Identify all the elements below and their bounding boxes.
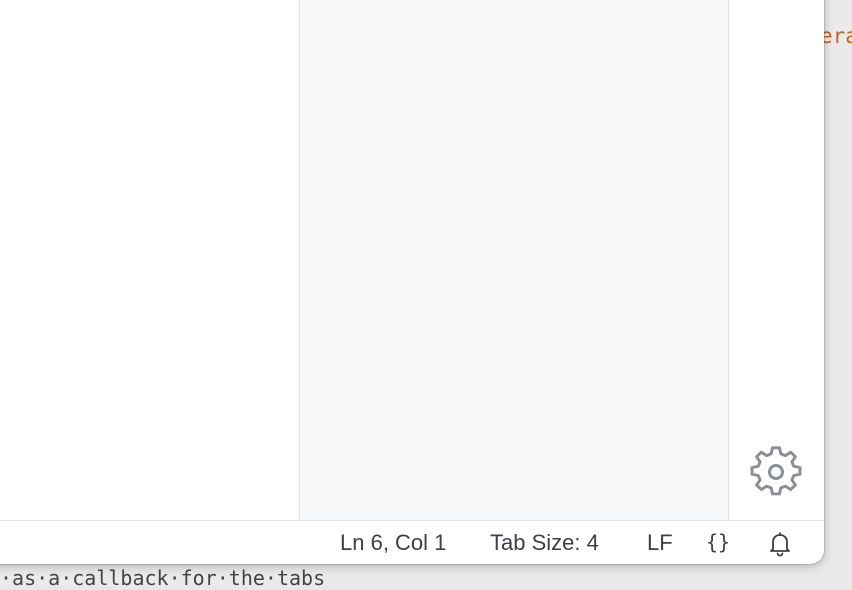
tab-size-indicator[interactable]: Tab Size: 4 xyxy=(490,521,599,564)
background-code-fragment: era xyxy=(820,24,852,48)
editor-window: Ln 6, Col 1 Tab Size: 4 LF {} xyxy=(0,0,824,564)
line-ending-indicator[interactable]: LF xyxy=(647,521,673,564)
side-panel xyxy=(299,0,729,520)
language-mode-indicator[interactable]: {} xyxy=(706,521,730,564)
gear-icon[interactable] xyxy=(750,446,802,498)
activity-strip xyxy=(729,0,824,520)
bell-icon[interactable] xyxy=(766,529,794,557)
status-bar: Ln 6, Col 1 Tab Size: 4 LF {} xyxy=(0,520,824,564)
cursor-position[interactable]: Ln 6, Col 1 xyxy=(340,521,446,564)
background-code-line: ·as·a·callback·for·the·tabs xyxy=(0,566,326,590)
editor-area[interactable] xyxy=(0,0,299,520)
